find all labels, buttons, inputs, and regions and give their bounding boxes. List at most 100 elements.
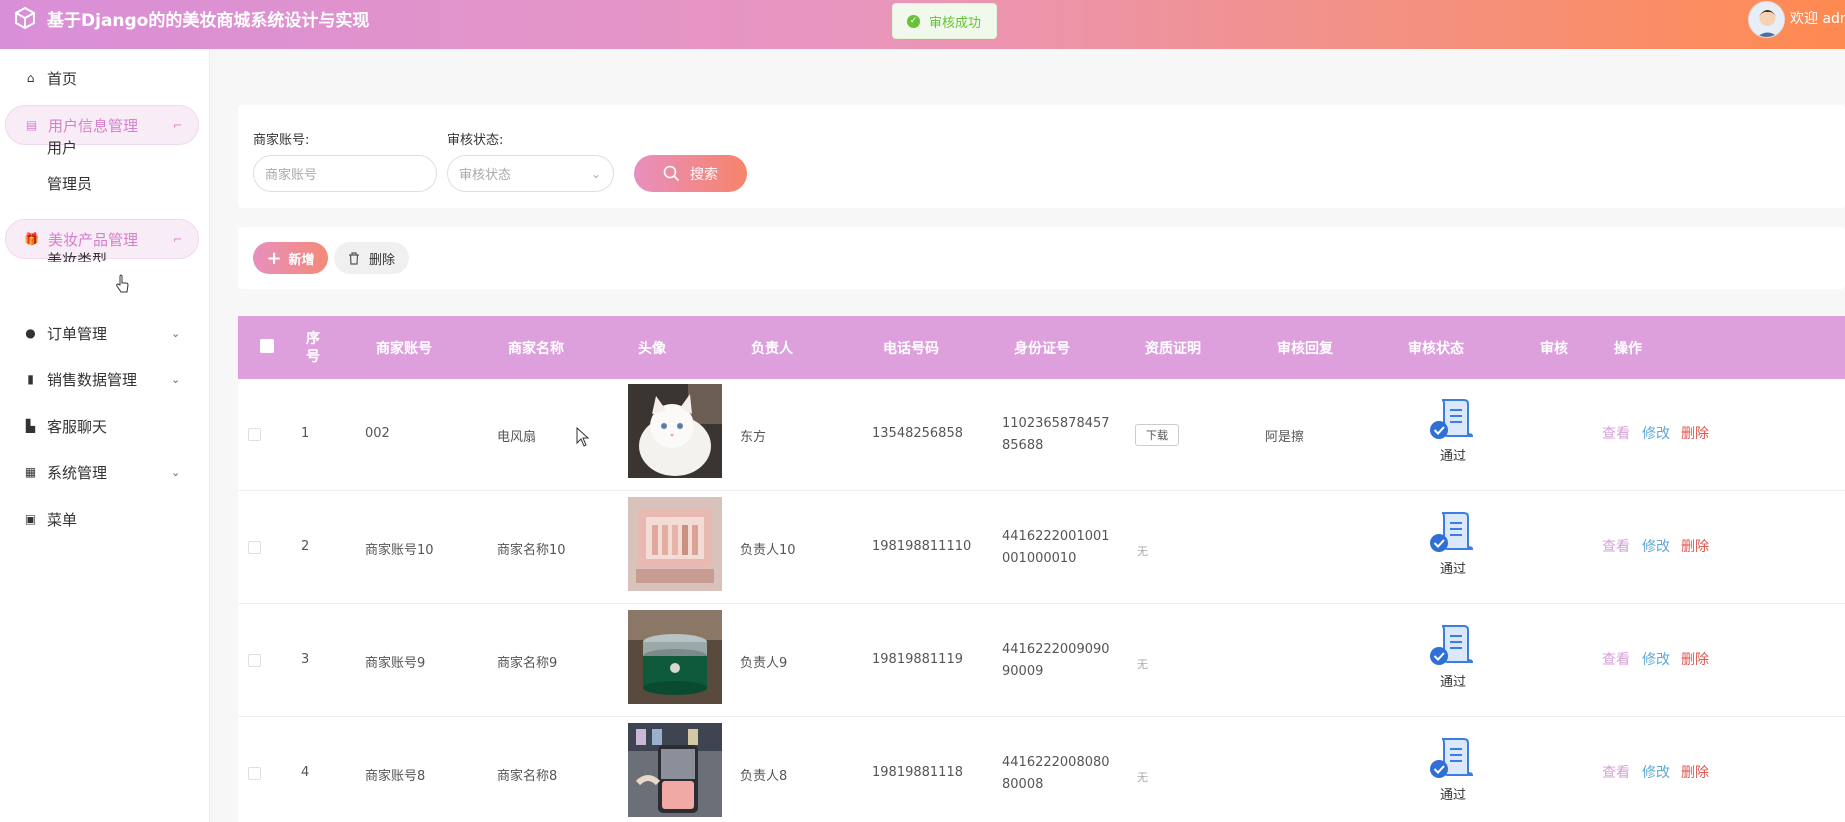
account-label: 商家账号:: [253, 133, 310, 148]
chevron-down-icon: ⌄: [171, 372, 181, 386]
row-account: 商家账号10: [365, 543, 434, 558]
welcome-text[interactable]: 欢迎 adm: [1790, 8, 1845, 28]
sidebar: ⌂ 首页 ▤ 用户信息管理 ⌐ 用户 管理员 🎁 美妆产品管理 ⌐ 美妆类型 ●…: [0, 49, 210, 822]
menu-icon: ▣: [24, 512, 37, 526]
table-row: 4 商家账号8 商家名称8 负责人8 19819881118 441622200…: [238, 718, 1845, 822]
sidebar-item-menu[interactable]: ▣ 菜单: [0, 499, 210, 539]
chevron-down-icon: ⌄: [171, 465, 181, 479]
search-icon: [663, 165, 680, 182]
success-toast: ✓ 审核成功: [892, 3, 997, 39]
column-header-proof: 资质证明: [1145, 340, 1201, 357]
delete-link[interactable]: 删除: [1681, 536, 1709, 556]
approved-document-icon: [1430, 512, 1474, 552]
mouse-pointer-icon: [576, 427, 590, 447]
row-status: 通过: [1440, 675, 1467, 690]
edit-link[interactable]: 修改: [1642, 762, 1670, 782]
sidebar-subitem-beauty-types[interactable]: 美妆类型: [47, 249, 107, 262]
edit-link[interactable]: 修改: [1642, 536, 1670, 556]
sidebar-item-chat[interactable]: ▙ 客服聊天: [0, 406, 210, 446]
app-title: 基于Django的的美妆商城系统设计与实现: [47, 11, 370, 31]
sidebar-item-orders[interactable]: ● 订单管理 ⌄: [0, 313, 210, 353]
row-checkbox[interactable]: [248, 541, 261, 554]
column-header-id-no: 身份证号: [1014, 340, 1070, 357]
row-checkbox[interactable]: [248, 654, 261, 667]
column-header-status: 审核状态: [1408, 340, 1464, 357]
chat-icon: ▙: [25, 419, 36, 433]
row-checkbox[interactable]: [248, 428, 261, 441]
select-all-checkbox[interactable]: [260, 339, 274, 353]
sidebar-item-label: 菜单: [47, 510, 78, 529]
row-reply: 阿是擦: [1265, 430, 1305, 445]
row-index: 4: [301, 765, 310, 780]
row-avatar-image: [628, 497, 722, 591]
sidebar-item-home[interactable]: ⌂ 首页: [0, 58, 210, 98]
account-placeholder: 商家账号: [265, 168, 318, 183]
row-status: 通过: [1440, 449, 1467, 464]
user-info-icon: ▤: [25, 118, 38, 132]
delete-button[interactable]: 删除: [334, 242, 409, 274]
row-checkbox[interactable]: [248, 767, 261, 780]
cube-logo-icon: [15, 6, 35, 30]
plus-icon: +: [266, 247, 282, 269]
delete-link[interactable]: 删除: [1681, 649, 1709, 669]
table-row: 3 商家账号9 商家名称9 负责人9 19819881119 441622200…: [238, 605, 1845, 717]
proof-download-button[interactable]: 下载: [1135, 424, 1179, 446]
add-button[interactable]: + 新增: [253, 242, 328, 274]
column-header-account: 商家账号: [376, 340, 432, 357]
account-search-input[interactable]: 商家账号: [253, 155, 437, 192]
chevron-down-icon: ⌄: [171, 326, 181, 340]
sidebar-item-label: 系统管理: [47, 463, 108, 482]
sidebar-item-system[interactable]: ▦ 系统管理 ⌄: [0, 452, 210, 492]
top-bar: 基于Django的的美妆商城系统设计与实现 ✓ 审核成功 欢迎 adm: [0, 0, 1845, 49]
sidebar-item-user-info[interactable]: ▤ 用户信息管理 ⌐: [5, 105, 199, 145]
avatar[interactable]: [1748, 1, 1785, 38]
edit-link[interactable]: 修改: [1642, 423, 1670, 443]
search-panel: 商家账号: 商家账号 审核状态: 审核状态 ⌄ 搜索: [238, 105, 1845, 208]
approved-document-icon: [1430, 738, 1474, 778]
row-phone: 198198811110: [872, 539, 972, 554]
merchant-table: 序号 商家账号 商家名称 头像 负责人 电话号码 身份证号 资质证明 审核回复 …: [238, 316, 1845, 822]
order-icon: ●: [25, 326, 36, 340]
delete-link[interactable]: 删除: [1681, 423, 1709, 443]
column-header-phone: 电话号码: [883, 340, 939, 357]
view-link[interactable]: 查看: [1602, 423, 1630, 443]
view-link[interactable]: 查看: [1602, 762, 1630, 782]
row-name: 商家名称10: [497, 543, 566, 558]
row-phone: 19819881118: [872, 765, 963, 780]
sidebar-item-label: 首页: [47, 69, 78, 88]
row-avatar-image: [628, 723, 722, 817]
view-link[interactable]: 查看: [1602, 649, 1630, 669]
mouse-cursor-icon: [116, 274, 129, 293]
table-row: 2 商家账号10 商家名称10 负责人10 198198811110 44162…: [238, 492, 1845, 604]
sidebar-item-label: 销售数据管理: [47, 370, 138, 389]
toast-text: 审核成功: [929, 15, 982, 31]
column-header-manager: 负责人: [751, 340, 793, 357]
row-manager: 负责人8: [740, 769, 788, 784]
building-icon: ▦: [24, 465, 37, 479]
row-id-no: 441622200909090009: [1002, 642, 1110, 679]
row-account: 002: [365, 426, 390, 441]
approved-document-icon: [1430, 399, 1474, 439]
row-proof: 无: [1137, 545, 1148, 558]
delete-button-label: 删除: [368, 252, 395, 268]
row-id-no: 4416222001001001000010: [1002, 529, 1110, 566]
search-button[interactable]: 搜索: [634, 155, 747, 192]
row-name: 电风扇: [497, 430, 537, 445]
delete-link[interactable]: 删除: [1681, 762, 1709, 782]
chevron-down-icon: ⌄: [590, 166, 601, 181]
approved-document-icon: [1430, 625, 1474, 665]
sidebar-subitem-users[interactable]: 用户: [47, 137, 77, 158]
sidebar-subitem-admins[interactable]: 管理员: [47, 173, 92, 194]
status-label: 审核状态:: [447, 133, 504, 148]
row-id-no: 441622200808080008: [1002, 755, 1110, 792]
column-header-audit: 审核: [1540, 340, 1568, 357]
edit-link[interactable]: 修改: [1642, 649, 1670, 669]
view-link[interactable]: 查看: [1602, 536, 1630, 556]
column-header-ops: 操作: [1614, 340, 1642, 357]
chevron-icon: ⌐: [173, 118, 183, 132]
table-row: 1 002 电风扇 东方 13548256858 110236587845785…: [238, 379, 1845, 491]
status-select[interactable]: 审核状态 ⌄: [447, 155, 614, 192]
table-header: 序号 商家账号 商家名称 头像 负责人 电话号码 身份证号 资质证明 审核回复 …: [238, 316, 1845, 379]
book-icon: ▮: [27, 372, 34, 386]
sidebar-item-sales-data[interactable]: ▮ 销售数据管理 ⌄: [0, 359, 210, 399]
